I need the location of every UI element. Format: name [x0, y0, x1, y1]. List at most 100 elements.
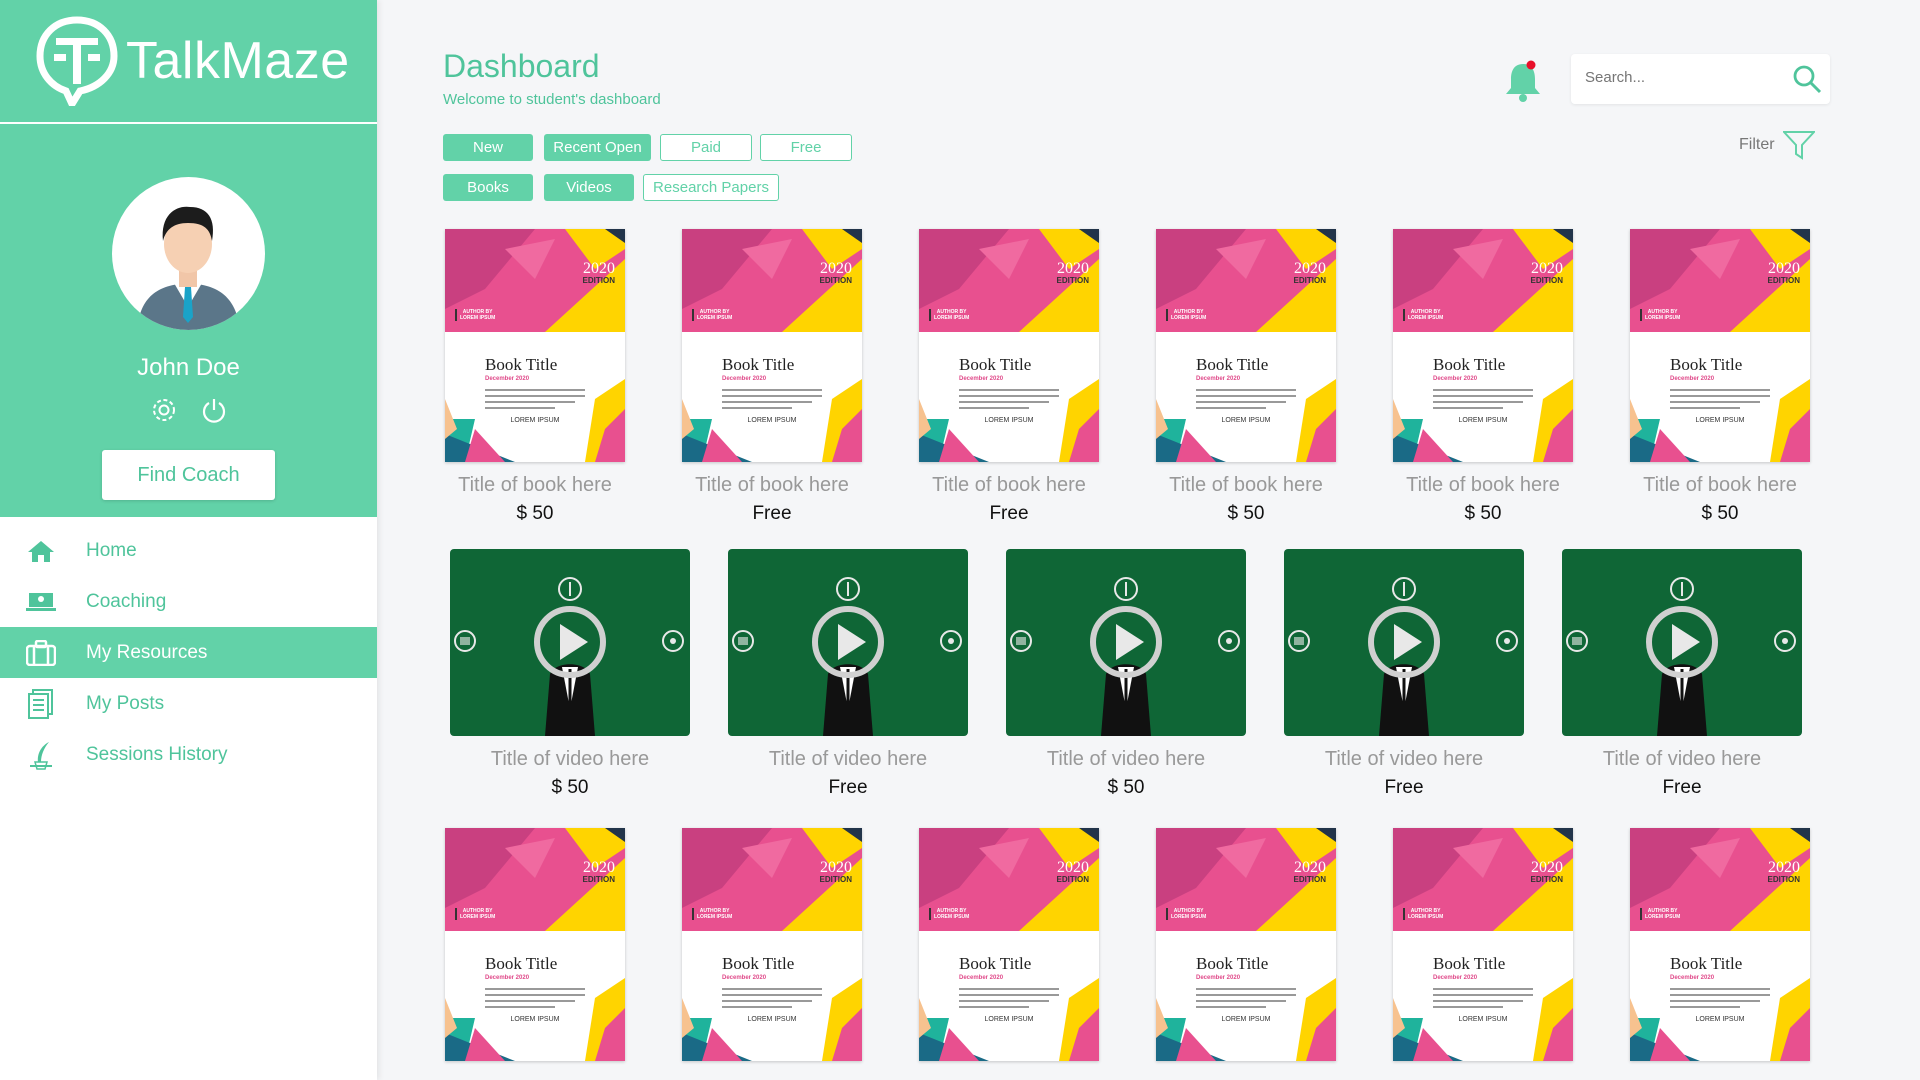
book-card[interactable]: 2020 EDITION AUTHOR BY LOREM IPSUM Book Titl… — [919, 229, 1099, 525]
book-cover-date: December 2020 — [1433, 376, 1478, 382]
book-edition: 2020 EDITION — [1294, 261, 1326, 285]
book-author-name: LOREM IPSUM — [460, 315, 496, 321]
book-card[interactable]: 2020 EDITION AUTHOR BY LOREM IPSUM Book Titl… — [1156, 229, 1336, 525]
book-cover-footer: LOREM IPSUM — [1458, 417, 1508, 424]
book-cover[interactable]: 2020 EDITION AUTHOR BY LOREM IPSUM Book Titl… — [919, 828, 1099, 1061]
filter-chip[interactable]: New — [443, 134, 533, 161]
book-edition-label: EDITION — [1530, 875, 1563, 884]
sidebar-item-coaching[interactable]: Coaching — [0, 576, 377, 627]
filter-chip[interactable]: Free — [760, 134, 852, 161]
filter-control[interactable]: Filter — [1739, 130, 1815, 160]
book-card[interactable]: 2020 EDITION AUTHOR BY LOREM IPSUM Book Titl… — [1630, 828, 1810, 1061]
book-author: AUTHOR BY LOREM IPSUM — [929, 908, 969, 920]
play-icon[interactable] — [810, 604, 886, 680]
book-edition-label: EDITION — [1530, 276, 1563, 285]
search-box[interactable] — [1571, 54, 1830, 104]
book-cover-title: Book Title — [959, 355, 1032, 374]
search-input[interactable] — [1585, 69, 1775, 86]
video-card[interactable]: Title of video here $ 50 — [450, 549, 690, 799]
book-card[interactable]: 2020 EDITION AUTHOR BY LOREM IPSUM Book Titl… — [682, 229, 862, 525]
filter-chip[interactable]: Recent Open — [544, 134, 651, 161]
sidebar-nav: Home Coaching My Resources My Posts Sess… — [0, 525, 377, 780]
book-cover-footer: LOREM IPSUM — [1221, 417, 1271, 424]
book-cover[interactable]: 2020 EDITION AUTHOR BY LOREM IPSUM Book Titl… — [445, 828, 625, 1061]
book-title: Title of book here — [1643, 474, 1797, 496]
play-icon[interactable] — [532, 604, 608, 680]
book-cover[interactable]: 2020 EDITION AUTHOR BY LOREM IPSUM Book Titl… — [1630, 229, 1810, 462]
book-cover-date: December 2020 — [485, 376, 530, 382]
book-price: $ 50 — [516, 503, 554, 524]
book-cover[interactable]: 2020 EDITION AUTHOR BY LOREM IPSUM Book Titl… — [1393, 229, 1573, 462]
power-icon[interactable] — [200, 396, 228, 424]
book-edition: 2020 EDITION — [1531, 261, 1563, 285]
video-card[interactable]: Title of video here Free — [728, 549, 968, 799]
book-cover[interactable]: 2020 EDITION AUTHOR BY LOREM IPSUM Book Titl… — [682, 229, 862, 462]
settings-gear-icon[interactable] — [150, 396, 178, 424]
book-edition: 2020 EDITION — [583, 261, 615, 285]
book-card[interactable]: 2020 EDITION AUTHOR BY LOREM IPSUM Book Titl… — [445, 828, 625, 1061]
book-cover-footer: LOREM IPSUM — [510, 417, 560, 424]
book-cover[interactable]: 2020 EDITION AUTHOR BY LOREM IPSUM Book Titl… — [1156, 229, 1336, 462]
play-icon[interactable] — [1644, 604, 1720, 680]
book-price: Free — [752, 503, 792, 524]
book-author-name: LOREM IPSUM — [460, 914, 496, 920]
book-price: $ 50 — [1227, 503, 1265, 524]
book-card[interactable]: 2020 EDITION AUTHOR BY LOREM IPSUM Book Titl… — [682, 828, 862, 1061]
sidebar-item-my-posts[interactable]: My Posts — [0, 678, 377, 729]
book-price: Free — [989, 503, 1029, 524]
filter-label: Filter — [1739, 136, 1775, 153]
video-card[interactable]: Title of video here $ 50 — [1006, 549, 1246, 799]
play-icon[interactable] — [1088, 604, 1164, 680]
video-thumbnail[interactable] — [1006, 549, 1246, 736]
book-card[interactable]: 2020 EDITION AUTHOR BY LOREM IPSUM Book Titl… — [1156, 828, 1336, 1061]
video-thumbnail[interactable] — [1284, 549, 1524, 736]
book-cover[interactable]: 2020 EDITION AUTHOR BY LOREM IPSUM Book Titl… — [682, 828, 862, 1061]
book-card[interactable]: 2020 EDITION AUTHOR BY LOREM IPSUM Book Titl… — [1393, 229, 1573, 525]
filter-chip[interactable]: Videos — [544, 174, 634, 201]
search-icon[interactable] — [1792, 64, 1822, 94]
book-author: AUTHOR BY LOREM IPSUM — [1640, 309, 1680, 321]
avatar[interactable] — [112, 177, 265, 330]
book-edition-label: EDITION — [582, 875, 615, 884]
play-icon[interactable] — [1366, 604, 1442, 680]
book-title: Title of book here — [458, 474, 612, 496]
book-year: 2020 — [583, 260, 615, 277]
book-cover-date: December 2020 — [1670, 376, 1715, 382]
video-card[interactable]: Title of video here Free — [1284, 549, 1524, 799]
video-thumbnail[interactable] — [728, 549, 968, 736]
book-cover-title: Book Title — [1196, 954, 1269, 973]
book-edition: 2020 EDITION — [1057, 860, 1089, 884]
book-cover-date: December 2020 — [1670, 975, 1715, 981]
book-cover[interactable]: 2020 EDITION AUTHOR BY LOREM IPSUM Book Titl… — [1393, 828, 1573, 1061]
filter-chip[interactable]: Paid — [660, 134, 752, 161]
book-card[interactable]: 2020 EDITION AUTHOR BY LOREM IPSUM Book Titl… — [919, 828, 1099, 1061]
video-card[interactable]: Title of video here Free — [1562, 549, 1802, 799]
find-coach-button[interactable]: Find Coach — [102, 450, 275, 500]
book-title: Title of book here — [695, 474, 849, 496]
video-price: Free — [1662, 777, 1702, 798]
sidebar-item-sessions-history[interactable]: Sessions History — [0, 729, 377, 780]
notification-bell-icon[interactable] — [1503, 58, 1543, 102]
filter-funnel-icon — [1782, 131, 1815, 160]
book-card[interactable]: 2020 EDITION AUTHOR BY LOREM IPSUM Book Titl… — [1630, 229, 1810, 525]
filter-chip[interactable]: Research Papers — [643, 174, 779, 201]
home-icon — [26, 537, 56, 565]
book-cover-title: Book Title — [1433, 355, 1506, 374]
main-content: Dashboard Welcome to student's dashboard… — [377, 0, 1920, 1080]
book-cover[interactable]: 2020 EDITION AUTHOR BY LOREM IPSUM Book Titl… — [919, 229, 1099, 462]
sidebar-item-home[interactable]: Home — [0, 525, 377, 576]
filter-chip[interactable]: Books — [443, 174, 533, 201]
book-cover[interactable]: 2020 EDITION AUTHOR BY LOREM IPSUM Book Titl… — [1156, 828, 1336, 1061]
book-year: 2020 — [1294, 260, 1326, 277]
book-card[interactable]: 2020 EDITION AUTHOR BY LOREM IPSUM Book Titl… — [1393, 828, 1573, 1061]
book-card[interactable]: 2020 EDITION AUTHOR BY LOREM IPSUM Book Titl… — [445, 229, 625, 525]
video-thumbnail[interactable] — [450, 549, 690, 736]
video-thumbnail[interactable] — [1562, 549, 1802, 736]
book-cover[interactable]: 2020 EDITION AUTHOR BY LOREM IPSUM Book Titl… — [445, 229, 625, 462]
book-cover-title: Book Title — [485, 355, 558, 374]
book-author-name: LOREM IPSUM — [934, 914, 970, 920]
book-edition-label: EDITION — [1293, 875, 1326, 884]
book-cover[interactable]: 2020 EDITION AUTHOR BY LOREM IPSUM Book Titl… — [1630, 828, 1810, 1061]
sidebar: TalkMaze John Doe Find Coach Home Coachi… — [0, 0, 377, 1080]
sidebar-item-my-resources[interactable]: My Resources — [0, 627, 377, 678]
